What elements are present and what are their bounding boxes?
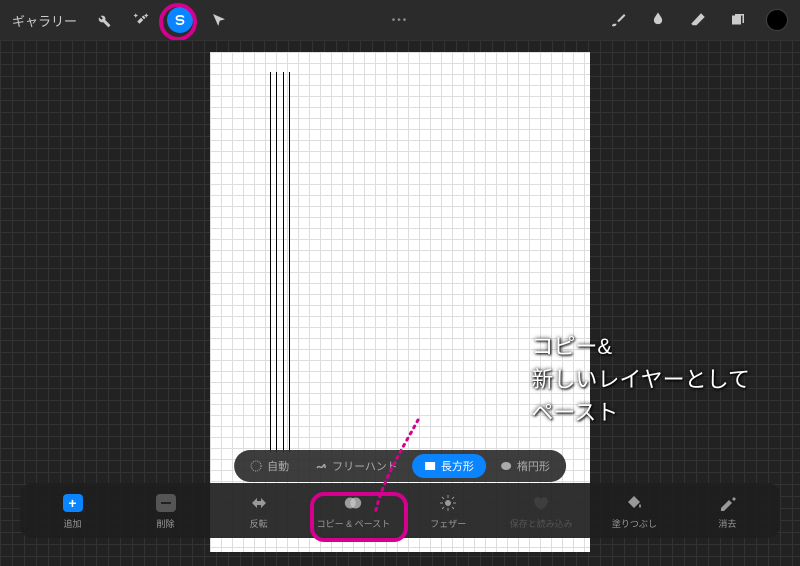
more-icon[interactable]: ••• <box>392 15 409 26</box>
brush-icon[interactable] <box>606 8 630 32</box>
smudge-icon[interactable] <box>646 8 670 32</box>
selection-mode-bar: 自動 フリーハンド 長方形 楕円形 <box>234 450 566 482</box>
color-picker[interactable] <box>766 9 788 31</box>
selection-auto-label: 自動 <box>267 458 289 474</box>
wand-icon[interactable] <box>129 8 153 32</box>
gallery-button[interactable]: ギャラリー <box>12 11 77 30</box>
topbar-right <box>606 8 788 32</box>
action-flip[interactable]: 反転 <box>224 493 294 530</box>
plus-icon: + <box>63 494 83 512</box>
action-copy-paste-label: コピー & ペースト <box>317 517 391 530</box>
action-add-label: 追加 <box>64 517 82 530</box>
selection-rectangle[interactable]: 長方形 <box>412 454 486 478</box>
feather-icon <box>438 493 458 513</box>
selection-rectangle-label: 長方形 <box>441 458 474 474</box>
selection-tool-button[interactable] <box>167 7 193 33</box>
gallery-label: ギャラリー <box>12 11 77 30</box>
layers-icon[interactable] <box>726 8 750 32</box>
action-flip-label: 反転 <box>250 517 268 530</box>
flip-icon <box>249 493 269 513</box>
selection-ellipse[interactable]: 楕円形 <box>488 454 562 478</box>
action-remove[interactable]: 削除 <box>131 493 201 530</box>
action-feather[interactable]: フェザー <box>413 493 483 530</box>
action-feather-label: フェザー <box>430 517 466 530</box>
action-clear-label: 消去 <box>718 517 736 530</box>
selection-auto[interactable]: 自動 <box>238 454 301 478</box>
ellipse-icon <box>500 460 512 472</box>
action-color-fill-label: 塗りつぶし <box>612 517 657 530</box>
action-save-load[interactable]: 保存と読み込み <box>506 493 576 530</box>
freehand-icon <box>315 460 327 472</box>
auto-icon <box>250 460 262 472</box>
minus-icon <box>156 493 176 513</box>
action-color-fill[interactable]: 塗りつぶし <box>599 493 669 530</box>
action-remove-label: 削除 <box>157 517 175 530</box>
copy-paste-icon <box>343 493 363 513</box>
action-copy-paste[interactable]: コピー & ペースト <box>317 493 391 530</box>
annotation-text: コピー& 新しいレイヤーとして ペースト <box>531 330 750 429</box>
action-bar: + 追加 削除 反転 コピー & ペースト フェザー <box>20 483 780 538</box>
clear-icon <box>717 493 737 513</box>
selection-freehand-label: フリーハンド <box>332 458 398 474</box>
action-save-load-label: 保存と読み込み <box>510 517 573 530</box>
workspace: 自動 フリーハンド 長方形 楕円形 + 追加 <box>0 40 800 566</box>
selection-freehand[interactable]: フリーハンド <box>303 454 410 478</box>
drawn-lines <box>270 72 290 452</box>
action-clear[interactable]: 消去 <box>692 493 762 530</box>
selection-ellipse-label: 楕円形 <box>517 458 550 474</box>
eraser-icon[interactable] <box>686 8 710 32</box>
heart-icon <box>531 493 551 513</box>
rectangle-icon <box>424 460 436 472</box>
fill-icon <box>624 493 644 513</box>
action-add[interactable]: + 追加 <box>38 493 108 530</box>
cursor-icon[interactable] <box>207 8 231 32</box>
top-toolbar: ギャラリー ••• <box>0 0 800 40</box>
wrench-icon[interactable] <box>91 8 115 32</box>
